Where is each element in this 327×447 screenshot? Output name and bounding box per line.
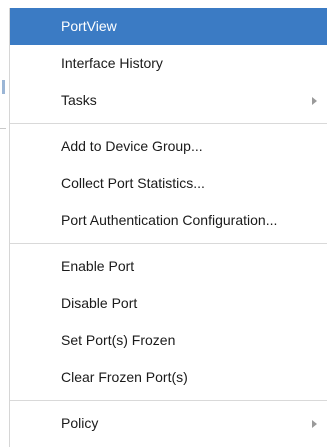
chevron-right-icon bbox=[312, 419, 317, 428]
menu-separator bbox=[10, 123, 327, 124]
menu-item-collect-port-statistics[interactable]: Collect Port Statistics... bbox=[10, 165, 327, 202]
page: PortView Interface History Tasks Add to … bbox=[0, 0, 327, 447]
menu-item-label: Port Authentication Configuration... bbox=[61, 212, 278, 228]
menu-item-disable-port[interactable]: Disable Port bbox=[10, 285, 327, 322]
menu-item-port-authentication-configuration[interactable]: Port Authentication Configuration... bbox=[10, 202, 327, 239]
menu-item-label: Interface History bbox=[61, 55, 163, 71]
menu-item-clear-frozen-ports[interactable]: Clear Frozen Port(s) bbox=[10, 359, 327, 396]
menu-item-label: Tasks bbox=[61, 92, 97, 108]
menu-separator bbox=[10, 400, 327, 401]
background-selection-mark bbox=[2, 80, 5, 94]
menu-item-label: Set Port(s) Frozen bbox=[61, 332, 176, 348]
menu-item-interface-history[interactable]: Interface History bbox=[10, 45, 327, 82]
menu-item-label: Disable Port bbox=[61, 295, 138, 311]
menu-item-label: Clear Frozen Port(s) bbox=[61, 369, 188, 385]
menu-item-policy[interactable]: Policy bbox=[10, 405, 327, 442]
menu-item-label: PortView bbox=[61, 18, 117, 34]
menu-item-label: Collect Port Statistics... bbox=[61, 175, 205, 191]
menu-item-add-to-device-group[interactable]: Add to Device Group... bbox=[10, 128, 327, 165]
menu-item-label: Add to Device Group... bbox=[61, 138, 203, 154]
menu-item-label: Policy bbox=[61, 415, 99, 431]
chevron-right-icon bbox=[312, 96, 317, 105]
menu-separator bbox=[10, 243, 327, 244]
background-window-edge bbox=[0, 0, 9, 447]
menu-item-label: Enable Port bbox=[61, 258, 135, 274]
menu-item-portview[interactable]: PortView bbox=[10, 8, 327, 45]
menu-item-set-ports-frozen[interactable]: Set Port(s) Frozen bbox=[10, 322, 327, 359]
context-menu: PortView Interface History Tasks Add to … bbox=[9, 8, 327, 447]
menu-item-tasks[interactable]: Tasks bbox=[10, 82, 327, 119]
background-divider bbox=[0, 128, 6, 129]
menu-item-enable-port[interactable]: Enable Port bbox=[10, 248, 327, 285]
